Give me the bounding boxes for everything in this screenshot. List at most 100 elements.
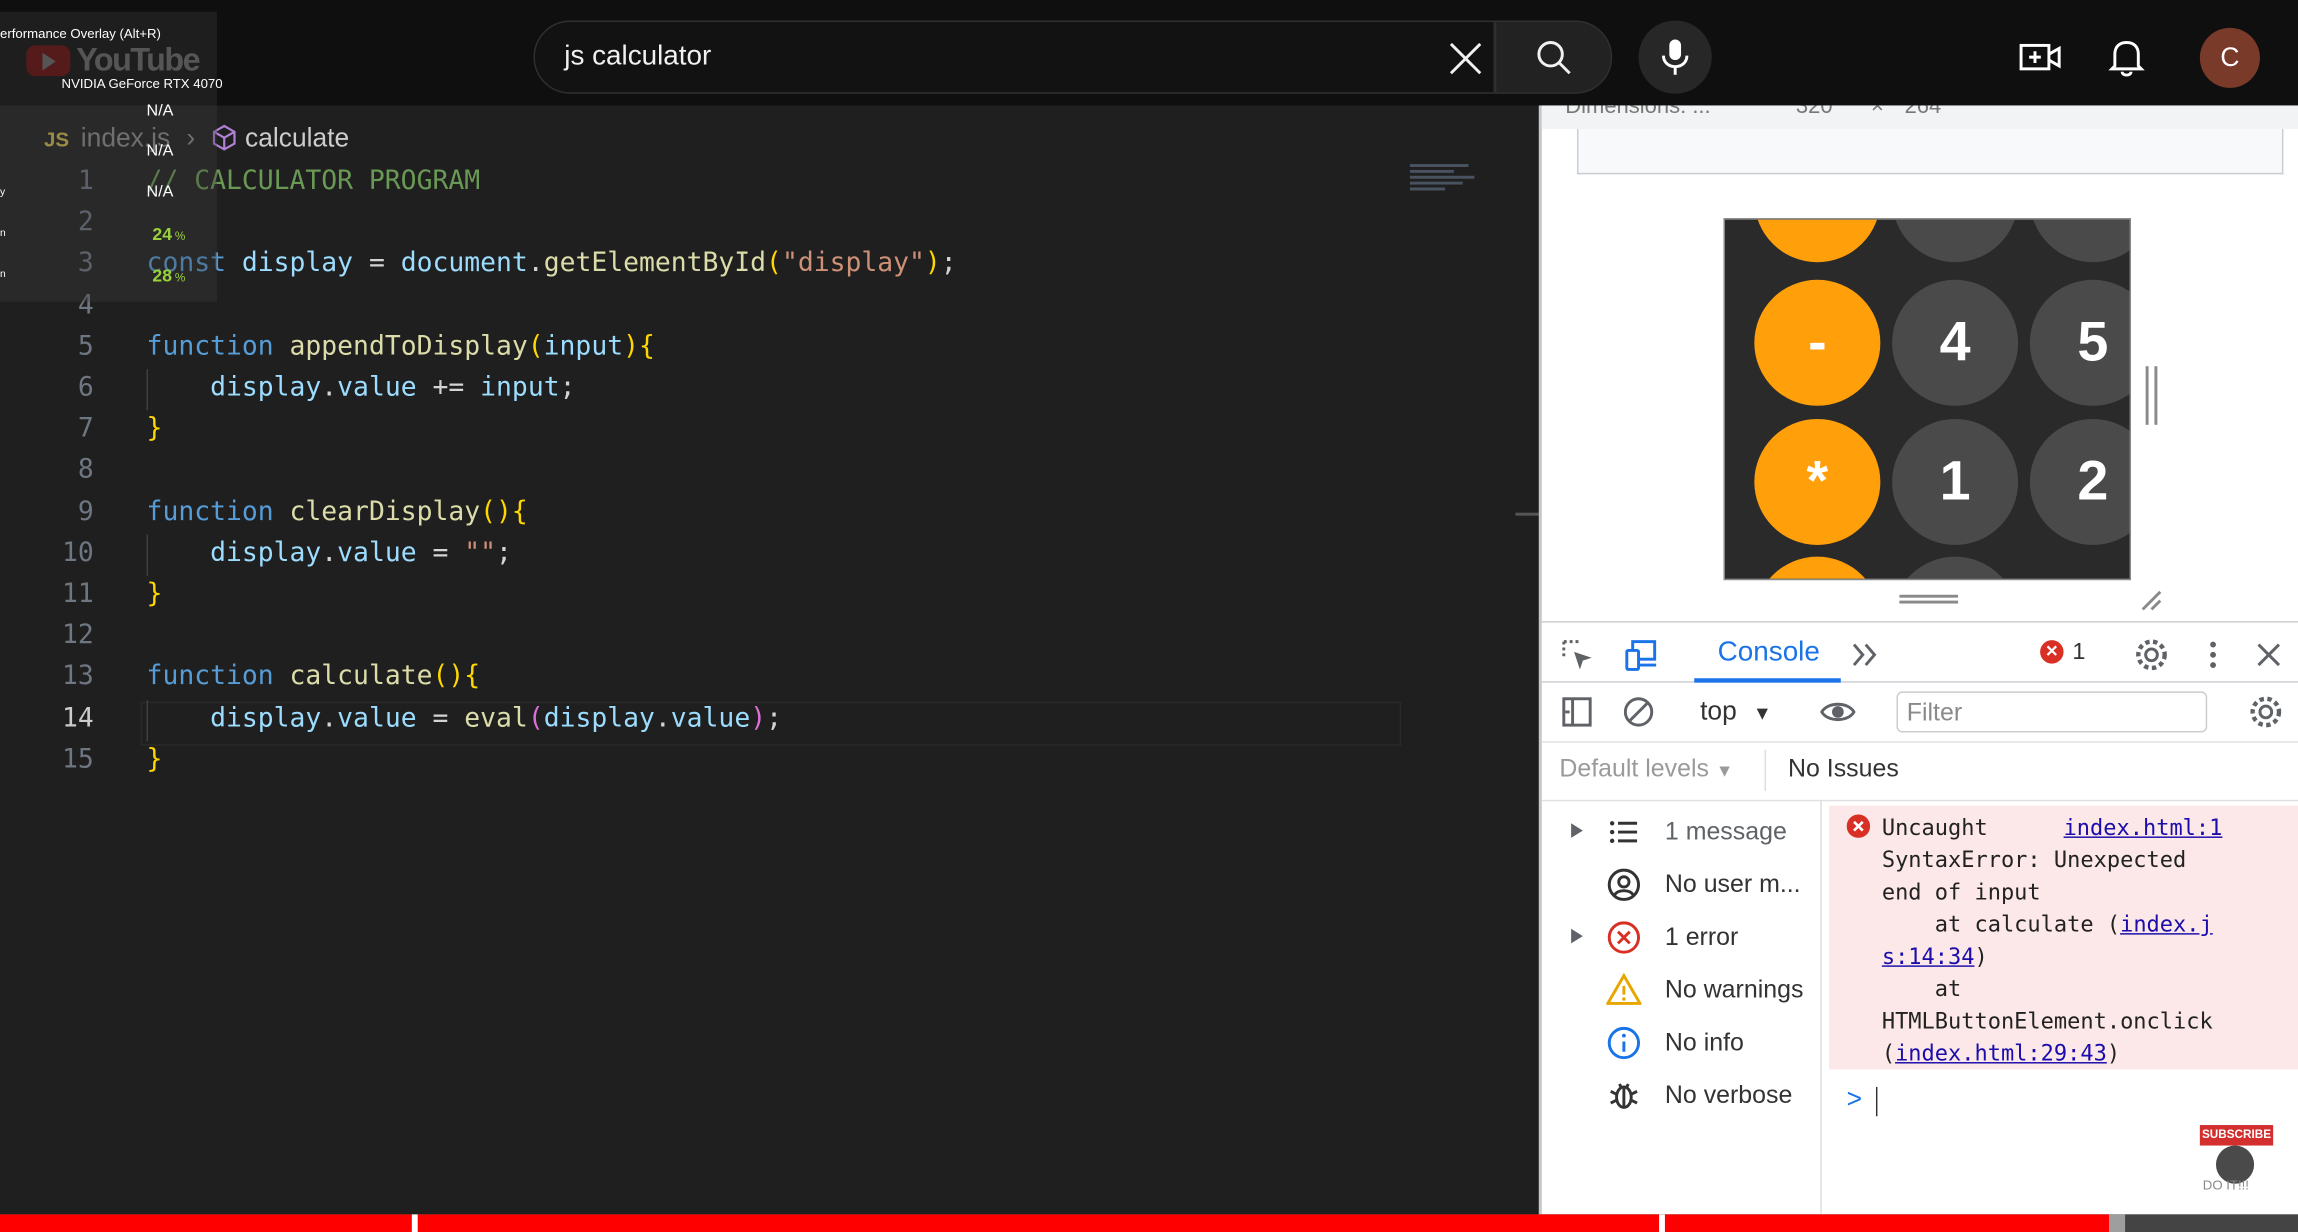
calculator-button[interactable] — [1754, 556, 1881, 579]
inspect-element-icon[interactable] — [1559, 637, 1594, 672]
overlay-unit: % — [174, 229, 186, 244]
code-line[interactable]: 1// CALCULATOR PROGRAM — [0, 161, 1539, 202]
default-levels-dropdown[interactable]: Default levels ▼ — [1559, 754, 1733, 783]
code-text: } — [146, 743, 163, 775]
calculator-viewport[interactable]: - 4 5 * 1 2 — [1723, 218, 2131, 581]
code-line[interactable]: 2 — [0, 202, 1539, 243]
settings-gear-icon[interactable] — [2134, 637, 2169, 672]
sidebar-toggle-icon[interactable] — [1559, 694, 1594, 729]
calculator-button[interactable] — [1892, 219, 2019, 263]
notifications-bell-icon[interactable] — [2105, 35, 2149, 79]
live-expression-eye-icon[interactable] — [1820, 694, 1856, 729]
code-line[interactable]: 9 function clearDisplay(){ — [0, 492, 1539, 533]
filter-input[interactable]: Filter — [1896, 691, 2208, 733]
error-count[interactable]: 1 — [2072, 640, 2085, 666]
overlay-percent: 24% — [152, 224, 185, 245]
create-video-icon[interactable] — [2018, 35, 2062, 79]
error-stack-line: (index.html:29:43) — [1882, 1040, 2120, 1066]
calculator-button[interactable] — [1892, 556, 2019, 579]
search-button[interactable] — [1494, 20, 1613, 94]
microphone-icon — [1661, 39, 1689, 75]
resize-corner-icon[interactable] — [2137, 586, 2163, 612]
code-line[interactable]: 6 display.value += input; — [0, 368, 1539, 409]
subscribe-badge[interactable]: SUBSCRIBE — [2199, 1125, 2274, 1146]
clear-search-icon[interactable] — [1447, 40, 1485, 78]
error-source-link-text[interactable]: index.html:1 — [2064, 814, 2223, 840]
more-tabs-icon[interactable] — [1847, 637, 1882, 672]
code-line[interactable]: 13 function calculate(){ — [0, 657, 1539, 698]
issues-status[interactable]: No Issues — [1788, 754, 1899, 783]
code-line[interactable]: 4 — [0, 285, 1539, 326]
chapter-gap — [1659, 1214, 1665, 1232]
calculator-button-minus[interactable]: - — [1754, 279, 1881, 406]
breadcrumb-symbol[interactable]: calculate — [245, 123, 349, 152]
sidebar-item-verbose[interactable]: No verbose — [1542, 1069, 1820, 1122]
voice-search-button[interactable] — [1638, 20, 1712, 94]
console-input[interactable] — [1875, 1086, 1878, 1117]
error-stack-text: ) — [2106, 1040, 2121, 1067]
sidebar-item-messages[interactable]: 1 message — [1542, 806, 1820, 859]
console-sidebar: 1 message No user m... 1 error No warnin… — [1542, 799, 1822, 1215]
code-line[interactable]: 7} — [0, 409, 1539, 450]
calculator-button-4[interactable]: 4 — [1892, 279, 2019, 406]
minimap[interactable] — [1409, 161, 1477, 202]
stack-link[interactable]: index.j — [2120, 911, 2213, 937]
code-line[interactable]: 5 function appendToDisplay(input){ — [0, 326, 1539, 367]
context-selector[interactable]: top ▼ — [1700, 696, 1772, 727]
calculator-button-5[interactable]: 5 — [2029, 279, 2130, 406]
console-settings-gear-icon[interactable] — [2248, 694, 2283, 729]
overlay-side-label: y — [0, 187, 6, 198]
stack-link[interactable]: index.html:29:43 — [1895, 1040, 2107, 1066]
overlay-unit: % — [174, 271, 186, 285]
calculator-button[interactable] — [2029, 219, 2130, 263]
sidebar-item-errors[interactable]: 1 error — [1542, 911, 1820, 964]
code-line[interactable]: 14 display.value = eval(display.value); — [0, 698, 1539, 739]
more-options-icon[interactable] — [2195, 637, 2230, 672]
line-number: 5 — [77, 330, 94, 362]
error-source-link[interactable]: index.html:1 — [2064, 814, 2223, 840]
code-line[interactable]: 3 const display = document.getElementById… — [0, 244, 1539, 285]
calculator-button-multiply[interactable]: * — [1754, 418, 1881, 545]
avatar[interactable]: C — [2199, 27, 2260, 88]
screen: YouTube js calculator C JS index.js › cal… — [0, 0, 2298, 1232]
line-number: 11 — [62, 578, 94, 610]
console-toolbar: top ▼ Filter — [1541, 683, 2298, 743]
line-number: 15 — [62, 743, 94, 775]
calculator-button-2[interactable]: 2 — [2029, 418, 2130, 545]
code-line[interactable]: 10 display.value = ""; — [0, 533, 1539, 574]
sidebar-item-label: 1 error — [1664, 922, 1739, 951]
sidebar-item-info[interactable]: No info — [1542, 1017, 1820, 1070]
code-line[interactable]: 12 — [0, 616, 1539, 657]
expand-arrow-icon[interactable] — [1571, 928, 1583, 944]
search-input[interactable]: js calculator — [533, 20, 1495, 94]
code-line[interactable]: 8 — [0, 450, 1539, 491]
info-icon — [1607, 1026, 1641, 1060]
video-progress-bar[interactable] — [0, 1214, 2298, 1232]
dimensions-label[interactable]: Dimensions: ... — [1565, 105, 1710, 118]
calculator-button-1[interactable]: 1 — [1892, 418, 2019, 545]
line-number: 12 — [62, 619, 94, 651]
resize-handle-bottom[interactable] — [1899, 594, 1959, 604]
height-field[interactable]: 264 — [1905, 105, 1942, 118]
code-line[interactable]: 11} — [0, 574, 1539, 615]
code-text: display.value = ""; — [210, 537, 512, 569]
resize-handle-right[interactable] — [2145, 366, 2158, 425]
code-editor[interactable]: JS index.js › calculate 1// CALCULATOR PR… — [0, 105, 1539, 1215]
device-toggle-icon[interactable] — [1624, 637, 1659, 672]
code-line[interactable]: 15} — [0, 739, 1539, 780]
clear-console-icon[interactable] — [1621, 694, 1656, 729]
expand-arrow-icon[interactable] — [1571, 823, 1583, 838]
stack-link[interactable]: s:14:34 — [1882, 943, 1975, 969]
tab-console[interactable]: Console — [1718, 637, 1820, 669]
performance-overlay: erformance Overlay (Alt+R) NVIDIA GeForc… — [0, 11, 223, 302]
calculator-button[interactable] — [1754, 219, 1881, 263]
sidebar-item-warnings[interactable]: No warnings — [1542, 964, 1820, 1017]
close-devtools-icon[interactable] — [2251, 637, 2286, 672]
error-line: end of input — [1881, 878, 2041, 906]
warning-icon — [1606, 972, 1642, 1005]
error-badge-icon[interactable]: ✕ — [2040, 640, 2064, 664]
width-field[interactable]: 320 — [1796, 105, 1833, 118]
error-icon — [1607, 921, 1641, 954]
error-title: Uncaught — [1881, 814, 1988, 841]
sidebar-item-user-messages[interactable]: No user m... — [1542, 858, 1820, 911]
